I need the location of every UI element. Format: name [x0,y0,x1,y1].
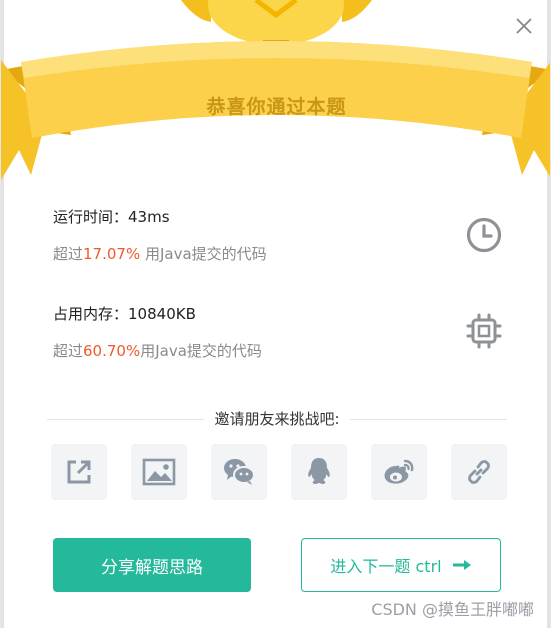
runtime-beat-suffix: 用Java提交的代码 [140,245,267,263]
share-solution-label: 分享解题思路 [101,557,203,578]
weibo-icon [384,459,414,484]
share-solution-button[interactable]: 分享解题思路 [53,538,251,592]
memory-beat-prefix: 超过 [53,342,84,360]
close-icon [516,18,532,34]
share-external-button[interactable] [51,444,107,500]
watermark: CSDN @摸鱼王胖嘟嘟 [371,600,534,619]
congrats-title: 恭喜你通过本题 [206,96,347,118]
image-icon [142,458,176,486]
success-dialog: 恭喜你通过本题 运行时间：43ms 超过17.07% 用Java提交的代码 占用… [0,0,551,628]
memory-label: 占用内存： [53,305,129,323]
close-button[interactable] [514,16,534,36]
chip-icon [466,313,502,349]
memory-beat-line: 超过60.70%用Java提交的代码 [53,340,262,361]
share-image-button[interactable] [131,444,187,500]
share-link-button[interactable] [451,444,507,500]
invite-divider: 邀请朋友来挑战吧: [47,406,507,430]
memory-line: 占用内存：10840KB [53,303,262,324]
invite-text-wrap: 邀请朋友来挑战吧: [47,408,507,429]
arrow-right-icon [452,558,472,572]
memory-percent: 60.70% [83,342,141,360]
runtime-beat-prefix: 超过 [53,245,84,263]
runtime-percent: 17.07% [83,245,141,263]
qq-icon [308,458,330,484]
memory-value: 10840KB [128,305,196,323]
next-problem-button[interactable]: 进入下一题 ctrl [301,538,501,592]
wechat-icon [224,459,255,485]
share-weibo-button[interactable] [371,444,427,500]
share-wechat-button[interactable] [211,444,267,500]
runtime-label: 运行时间： [53,208,129,226]
runtime-stat: 运行时间：43ms 超过17.07% 用Java提交的代码 [53,206,267,264]
runtime-value: 43ms [128,208,170,226]
next-problem-label: 进入下一题 ctrl [330,557,442,576]
share-qq-button[interactable] [291,444,347,500]
runtime-line: 运行时间：43ms [53,206,267,227]
memory-beat-suffix: 用Java提交的代码 [140,342,262,360]
invite-text: 邀请朋友来挑战吧: [204,410,350,428]
link-icon [468,460,490,484]
external-share-icon [67,460,91,484]
memory-stat: 占用内存：10840KB 超过60.70%用Java提交的代码 [53,303,262,361]
runtime-beat-line: 超过17.07% 用Java提交的代码 [53,243,267,264]
clock-icon [466,217,502,253]
